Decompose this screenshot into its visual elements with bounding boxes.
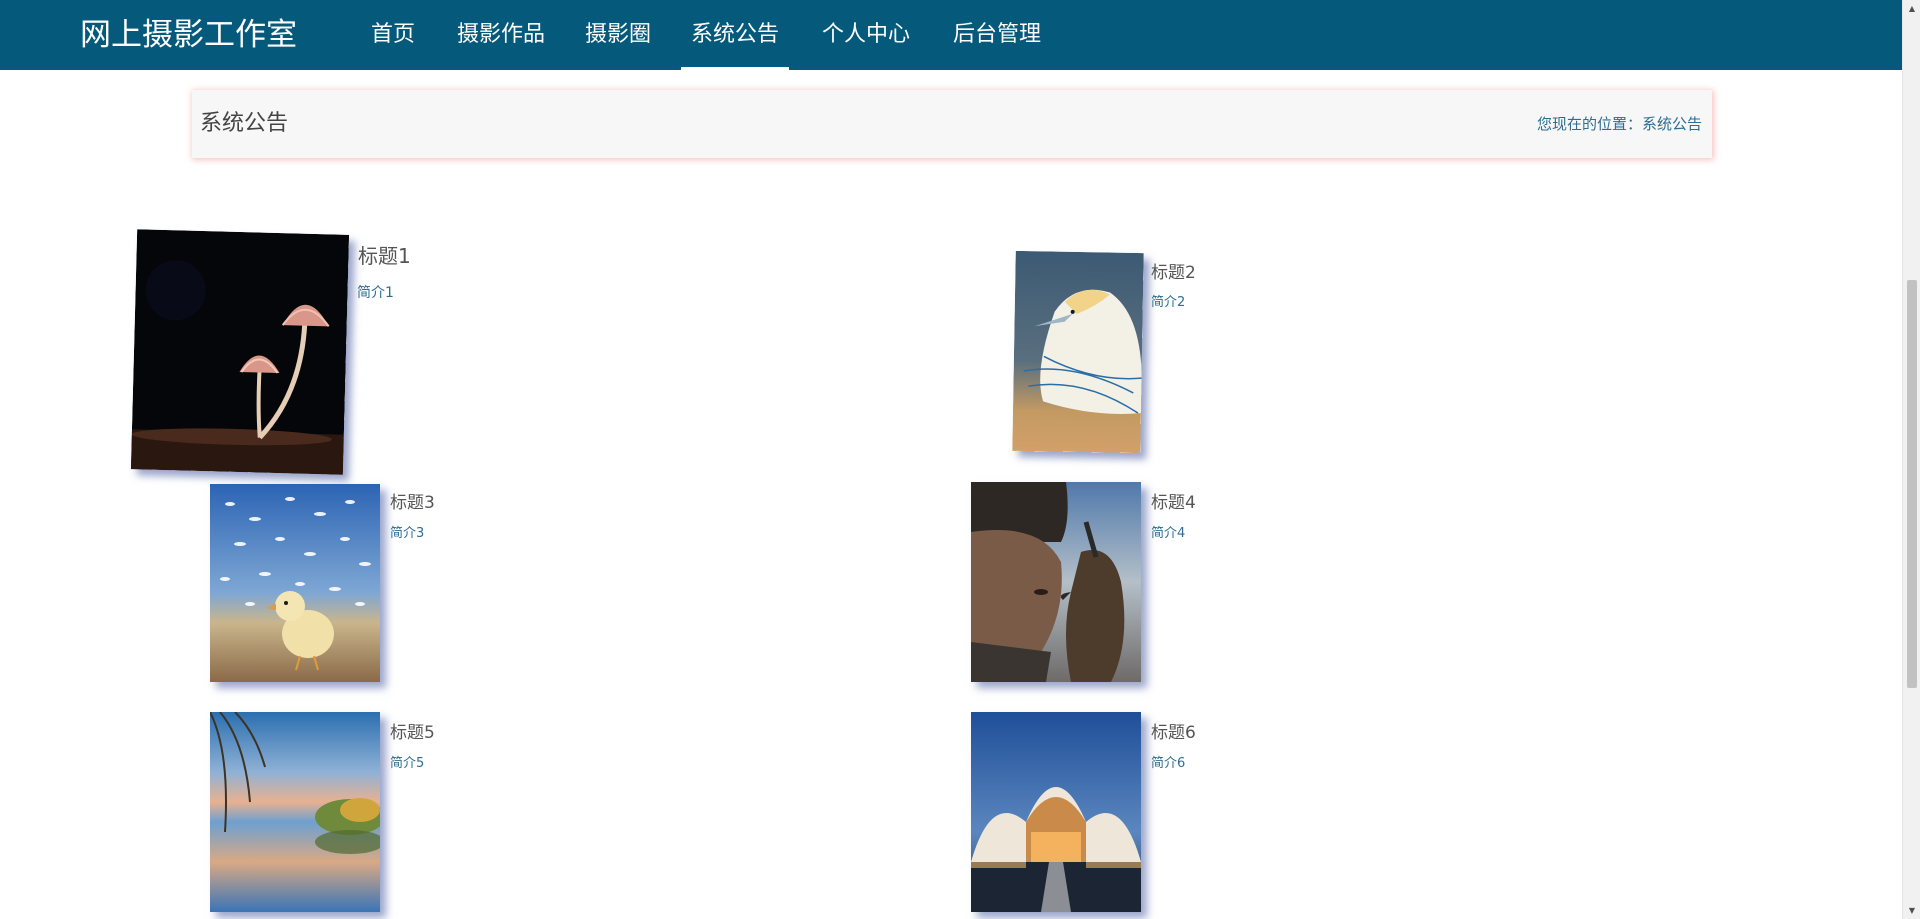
page-title: 系统公告 [200, 111, 289, 136]
card-image-3[interactable] [210, 484, 380, 682]
nav-announcements[interactable]: 系统公告 [681, 0, 789, 70]
card-title-3[interactable]: 标题3 [390, 488, 435, 513]
nav-personal-center[interactable]: 个人中心 [822, 0, 910, 70]
nav-home[interactable]: 首页 [370, 0, 416, 70]
top-navigation-bar: 网上摄影工作室 首页 摄影作品 摄影圈 系统公告 个人中心 后台管理 [0, 0, 1902, 70]
page-scrollbar[interactable]: ▲ ▼ [1902, 0, 1920, 919]
site-brand[interactable]: 网上摄影工作室 [80, 15, 297, 55]
mushroom-photo [130, 229, 350, 475]
breadcrumb[interactable]: 您现在的位置：系统公告 [1537, 112, 1702, 136]
card-title-2[interactable]: 标题2 [1151, 258, 1196, 283]
nav-circle[interactable]: 摄影圈 [585, 0, 651, 70]
chick-and-gulls-photo [210, 484, 380, 682]
nav-admin[interactable]: 后台管理 [953, 0, 1041, 70]
curved-building-at-dusk-photo [971, 712, 1141, 912]
card-image-2[interactable] [1012, 250, 1144, 454]
card-image-6[interactable] [971, 712, 1141, 912]
card-desc-2[interactable]: 简介2 [1151, 291, 1185, 310]
card-desc-6[interactable]: 简介6 [1151, 752, 1185, 771]
card-title-5[interactable]: 标题5 [390, 718, 435, 743]
card-image-5[interactable] [210, 712, 380, 912]
page-header: 系统公告 您现在的位置：系统公告 [192, 90, 1712, 158]
scroll-up-arrow-icon[interactable]: ▲ [1903, 0, 1920, 17]
falconer-and-eagle-photo [971, 482, 1141, 682]
card-desc-4[interactable]: 简介4 [1151, 522, 1185, 541]
card-image-1[interactable] [130, 229, 350, 475]
card-title-6[interactable]: 标题6 [1151, 718, 1196, 743]
card-image-4[interactable] [971, 482, 1141, 682]
gannet-bird-photo [1012, 250, 1144, 454]
card-desc-5[interactable]: 简介5 [390, 752, 424, 771]
scroll-down-arrow-icon[interactable]: ▼ [1903, 902, 1920, 919]
nav-works[interactable]: 摄影作品 [457, 0, 545, 70]
card-desc-3[interactable]: 简介3 [390, 522, 424, 541]
scroll-thumb[interactable] [1907, 280, 1917, 688]
card-title-1[interactable]: 标题1 [358, 240, 411, 269]
card-desc-1[interactable]: 简介1 [357, 282, 394, 302]
lake-reflection-photo [210, 712, 380, 912]
card-title-4[interactable]: 标题4 [1151, 488, 1196, 513]
